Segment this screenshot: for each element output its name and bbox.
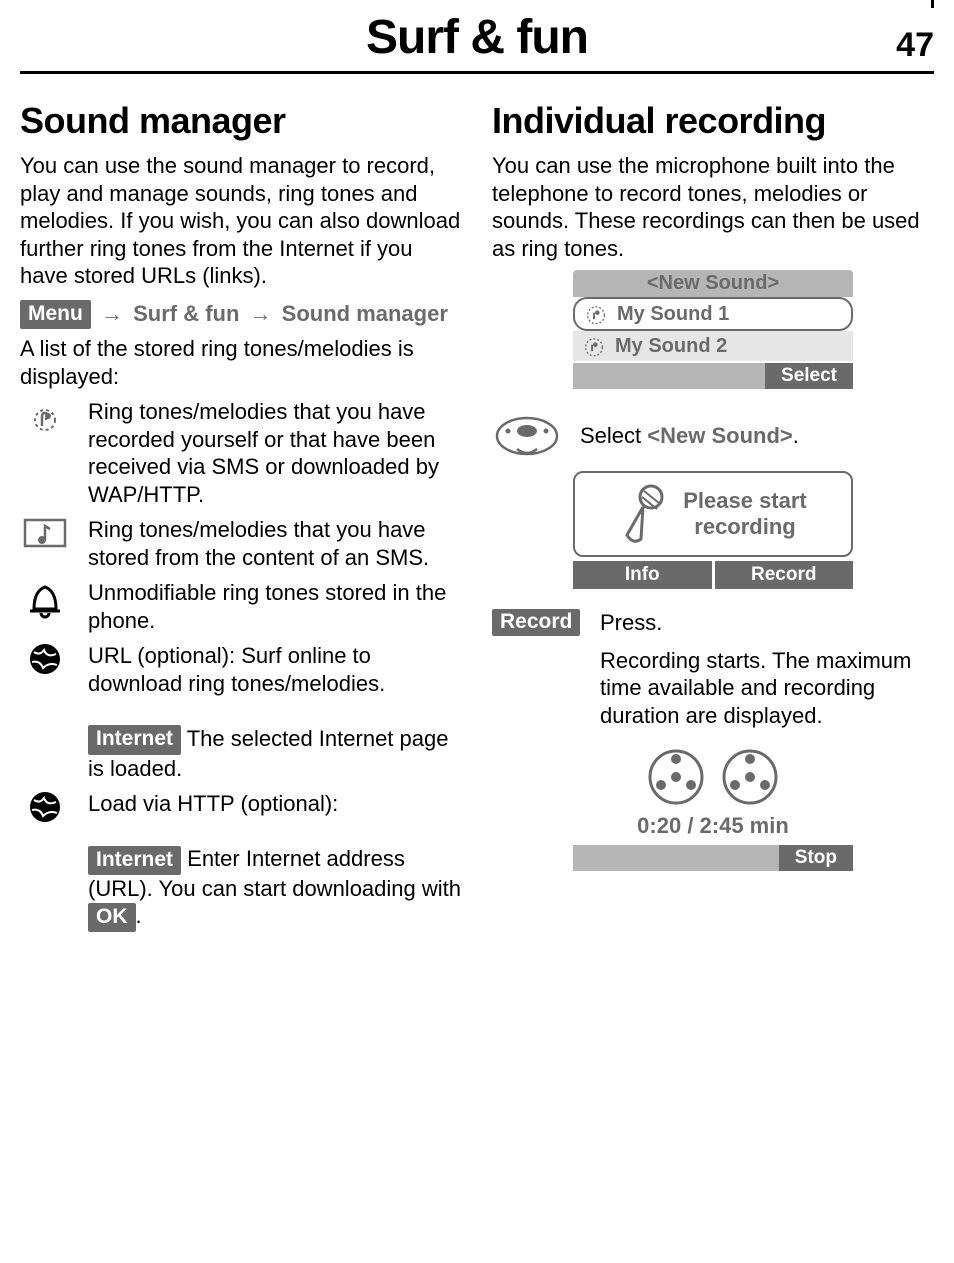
phone-screen-recording: 0:20 / 2:45 min Stop xyxy=(573,747,853,871)
list-item: Load via HTTP (optional): Internet Enter… xyxy=(20,790,462,932)
nav-instruction-row: Select <New Sound>. xyxy=(492,413,934,459)
globe-icon xyxy=(28,642,62,676)
individual-recording-intro: You can use the microphone built into th… xyxy=(492,152,934,262)
section-heading-individual-recording: Individual recording xyxy=(492,100,934,142)
softkey-stop[interactable]: Stop xyxy=(779,845,853,871)
page-number: 47 xyxy=(896,26,934,65)
menu-path: Menu → Surf & fun → Sound manager xyxy=(20,300,462,330)
list-item-my-sound-1[interactable]: My Sound 1 xyxy=(573,297,853,331)
reel-icon xyxy=(720,747,780,807)
globe-icon xyxy=(28,790,62,824)
arrow-icon: → xyxy=(97,301,127,326)
section-heading-sound-manager: Sound manager xyxy=(20,100,462,142)
list-item: URL (optional): Surf online to download … xyxy=(20,642,462,782)
prompt-line-2: recording xyxy=(683,514,807,540)
list-item-text: Ring tones/melodies that you have stored… xyxy=(88,516,462,571)
menu-badge: Menu xyxy=(20,300,91,329)
list-item-text: Load via HTTP (optional): Internet Enter… xyxy=(88,790,462,932)
arrow-icon: → xyxy=(246,301,276,326)
list-item: Ring tones/melodies that you have stored… xyxy=(20,516,462,571)
nav-key-icon xyxy=(494,413,560,459)
list-item: Unmodifiable ring tones stored in the ph… xyxy=(20,579,462,634)
ok-badge: OK xyxy=(88,903,136,932)
record-instruction-row: Record Press. Recording starts. The maxi… xyxy=(492,609,934,729)
list-item-my-sound-2[interactable]: My Sound 2 xyxy=(573,331,853,361)
recording-time: 0:20 / 2:45 min xyxy=(573,813,853,839)
page-header: Surf & fun 47 xyxy=(20,0,934,74)
record-icon xyxy=(581,333,607,359)
right-column: Individual recording You can use the mic… xyxy=(492,90,934,940)
left-column: Sound manager You can use the sound mana… xyxy=(20,90,462,940)
list-intro: A list of the stored ring tones/melodies… xyxy=(20,335,462,390)
softkey-info[interactable]: Info xyxy=(573,561,712,589)
header-title: Surf & fun xyxy=(366,10,588,65)
internet-badge: Internet xyxy=(88,846,181,875)
path-seg-surf-fun: Surf & fun xyxy=(133,301,239,326)
record-badge: Record xyxy=(492,609,580,636)
list-item-text: URL (optional): Surf online to download … xyxy=(88,642,462,782)
list-item: Ring tones/melodies that you have record… xyxy=(20,398,462,508)
record-instruction-detail: Recording starts. The maximum time avail… xyxy=(600,647,934,730)
microphone-icon xyxy=(619,483,669,545)
record-instruction-press: Press. xyxy=(600,609,934,637)
sound-manager-intro: You can use the sound manager to record,… xyxy=(20,152,462,290)
bell-icon xyxy=(26,579,64,621)
list-header-new-sound[interactable]: <New Sound> xyxy=(573,270,853,297)
path-seg-sound-manager: Sound manager xyxy=(282,301,448,326)
list-item-text: Unmodifiable ring tones stored in the ph… xyxy=(88,579,462,634)
internet-badge: Internet xyxy=(88,725,181,754)
record-icon xyxy=(583,301,609,327)
note-box-icon xyxy=(23,516,67,550)
softkey-record[interactable]: Record xyxy=(715,561,854,589)
record-icon xyxy=(25,398,65,438)
softkey-select[interactable]: Select xyxy=(765,363,853,389)
prompt-line-1: Please start xyxy=(683,488,807,514)
nav-instruction-text: Select <New Sound>. xyxy=(580,422,934,450)
phone-screen-sound-list: <New Sound> My Sound 1 My Sound xyxy=(573,270,853,389)
list-item-text: Ring tones/melodies that you have record… xyxy=(88,398,462,508)
phone-screen-record-prompt: Please start recording xyxy=(573,471,853,557)
reel-icon xyxy=(646,747,706,807)
